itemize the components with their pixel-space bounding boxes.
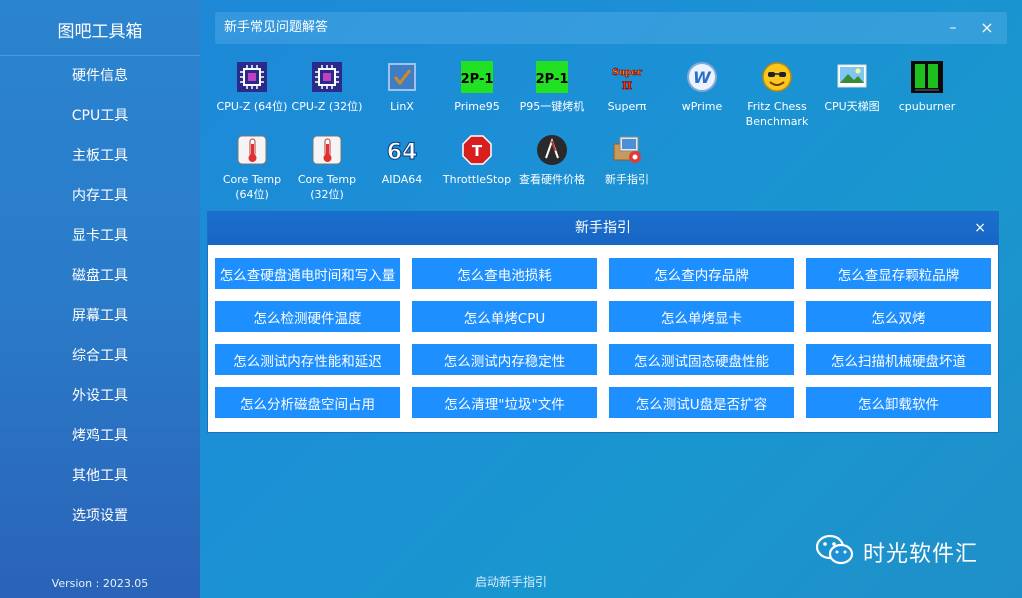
thermometer-icon	[310, 133, 344, 167]
tool-cpu-ladder[interactable]: CPU天梯图	[814, 60, 890, 114]
prime95-glyph: 2P-1	[461, 72, 493, 87]
tool-label: Fritz Chess Benchmark	[745, 100, 809, 128]
tool-wprime[interactable]: W wPrime	[664, 60, 740, 114]
header-bar: 新手常见问题解答 – ×	[215, 12, 1007, 44]
tool-cpuz-64[interactable]: CPU-Z (64位)	[214, 60, 290, 114]
tool-label: CPU天梯图	[824, 100, 880, 113]
sidebar-item-memory-tools[interactable]: 内存工具	[0, 176, 200, 216]
prime95-icon: 2P-1	[535, 60, 569, 94]
superpi-icon: Super π	[610, 60, 644, 94]
tool-label: Core Temp (64位)	[222, 173, 282, 201]
guide-button-disk-power-on-time[interactable]: 怎么查硬盘通电时间和写入量	[215, 258, 400, 289]
cpuz-icon	[235, 60, 269, 94]
sidebar-item-other-tools[interactable]: 其他工具	[0, 456, 200, 496]
tool-prime95[interactable]: 2P-1 Prime95	[439, 60, 515, 114]
guide-button-uninstall[interactable]: 怎么卸载软件	[806, 387, 991, 418]
tool-label: wPrime	[681, 100, 723, 113]
throttlestop-glyph: T	[472, 142, 483, 160]
guide-button-grid: 怎么查硬盘通电时间和写入量 怎么查电池损耗 怎么查内存品牌 怎么查显存颗粒品牌 …	[215, 258, 993, 418]
tool-cpuburner[interactable]: cpuburner	[889, 60, 965, 114]
tool-label: Prime95	[454, 100, 500, 113]
tool-coretemp-32[interactable]: Core Temp (32位)	[289, 133, 365, 202]
dialog-title: 新手指引	[575, 220, 631, 236]
tool-p95-burn[interactable]: 2P-1 P95一键烤机	[514, 60, 590, 114]
guide-button-junk-cleanup[interactable]: 怎么清理"垃圾"文件	[412, 387, 597, 418]
guide-button-disk-usage[interactable]: 怎么分析磁盘空间占用	[215, 387, 400, 418]
guide-button-battery-wear[interactable]: 怎么查电池损耗	[412, 258, 597, 289]
stop-sign-icon: T	[460, 133, 494, 167]
guide-button-ssd-performance[interactable]: 怎么测试固态硬盘性能	[609, 344, 794, 375]
guide-icon	[610, 133, 644, 167]
chess-smiley-icon	[760, 60, 794, 94]
sidebar-item-gpu-tools[interactable]: 显卡工具	[0, 216, 200, 256]
guide-button-gpu-stress[interactable]: 怎么单烤显卡	[609, 301, 794, 332]
tool-beginner-guide[interactable]: 新手指引	[589, 133, 665, 187]
watermark-text: 时光软件汇	[863, 542, 979, 567]
guide-button-memory-brand[interactable]: 怎么查内存品牌	[609, 258, 794, 289]
cpuz-icon	[310, 60, 344, 94]
tool-throttlestop[interactable]: T ThrottleStop	[439, 133, 515, 187]
guide-button-memory-latency[interactable]: 怎么测试内存性能和延迟	[215, 344, 400, 375]
tool-label: 新手指引	[605, 173, 649, 186]
cpuburner-icon	[910, 60, 944, 94]
version-label: Version : 2023.05	[51, 577, 149, 590]
tool-label: CPU-Z (32位)	[291, 100, 363, 113]
guide-button-vram-brand[interactable]: 怎么查显存颗粒品牌	[806, 258, 991, 289]
tool-label: CPU-Z (64位)	[216, 100, 288, 113]
sidebar-nav: 硬件信息 CPU工具 主板工具 内存工具 显卡工具 磁盘工具 屏幕工具 综合工具…	[0, 56, 200, 536]
tool-coretemp-64[interactable]: Core Temp (64位)	[214, 133, 290, 202]
app-title: 图吧工具箱	[57, 22, 143, 42]
tool-hardware-price[interactable]: 查看硬件价格	[514, 133, 590, 187]
picture-icon	[835, 60, 869, 94]
sidebar-item-stress-tools[interactable]: 烤鸡工具	[0, 416, 200, 456]
tool-superpi[interactable]: Super π Superπ	[589, 60, 665, 114]
tool-label: 查看硬件价格	[519, 173, 585, 186]
guide-button-memory-stability[interactable]: 怎么测试内存稳定性	[412, 344, 597, 375]
sidebar-item-hardware-info[interactable]: 硬件信息	[0, 56, 200, 96]
svg-text:π: π	[622, 77, 632, 93]
price-icon	[535, 133, 569, 167]
tool-fritz-chess[interactable]: Fritz Chess Benchmark	[739, 60, 815, 129]
sidebar-item-screen-tools[interactable]: 屏幕工具	[0, 296, 200, 336]
tool-label: P95一键烤机	[519, 100, 585, 113]
dialog-header: 新手指引 ×	[208, 212, 998, 245]
sidebar-item-disk-tools[interactable]: 磁盘工具	[0, 256, 200, 296]
sidebar: 图吧工具箱 硬件信息 CPU工具 主板工具 内存工具 显卡工具 磁盘工具 屏幕工…	[0, 0, 200, 598]
guide-button-hardware-temp[interactable]: 怎么检测硬件温度	[215, 301, 400, 332]
tool-label: cpuburner	[898, 100, 956, 113]
guide-button-usb-capacity[interactable]: 怎么测试U盘是否扩容	[609, 387, 794, 418]
close-button[interactable]: ×	[971, 12, 1003, 44]
guide-button-dual-stress[interactable]: 怎么双烤	[806, 301, 991, 332]
aida64-glyph: 64	[387, 140, 418, 165]
tool-label: Core Temp (32位)	[297, 173, 357, 201]
sidebar-item-general-tools[interactable]: 综合工具	[0, 336, 200, 376]
minimize-button[interactable]: –	[937, 12, 969, 44]
linx-icon	[385, 60, 419, 94]
guide-button-hdd-bad-sectors[interactable]: 怎么扫描机械硬盘坏道	[806, 344, 991, 375]
launch-guide-link[interactable]: 启动新手指引	[475, 573, 547, 590]
sidebar-item-peripheral-tools[interactable]: 外设工具	[0, 376, 200, 416]
guide-dialog: 新手指引 × 怎么查硬盘通电时间和写入量 怎么查电池损耗 怎么查内存品牌 怎么查…	[207, 211, 999, 433]
wprime-icon: W	[685, 60, 719, 94]
sidebar-item-settings[interactable]: 选项设置	[0, 496, 200, 536]
tool-aida64[interactable]: 64 AIDA64	[364, 133, 440, 187]
wechat-icon	[815, 533, 855, 571]
tool-label: Superπ	[607, 100, 647, 113]
guide-button-cpu-stress[interactable]: 怎么单烤CPU	[412, 301, 597, 332]
watermark: 时光软件汇	[815, 533, 978, 571]
tool-label: ThrottleStop	[442, 173, 512, 186]
prime95-icon: 2P-1	[460, 60, 494, 94]
thermometer-icon	[235, 133, 269, 167]
dialog-close-button[interactable]: ×	[974, 212, 986, 245]
aida64-icon: 64	[385, 133, 419, 167]
tool-label: AIDA64	[381, 173, 423, 186]
sidebar-item-motherboard-tools[interactable]: 主板工具	[0, 136, 200, 176]
tool-label: LinX	[390, 100, 414, 113]
header-title: 新手常见问题解答	[224, 20, 329, 35]
tool-linx[interactable]: LinX	[364, 60, 440, 114]
tool-cpuz-32[interactable]: CPU-Z (32位)	[289, 60, 365, 114]
wprime-glyph: W	[693, 68, 712, 87]
prime95-glyph: 2P-1	[536, 72, 568, 87]
sidebar-item-cpu-tools[interactable]: CPU工具	[0, 96, 200, 136]
